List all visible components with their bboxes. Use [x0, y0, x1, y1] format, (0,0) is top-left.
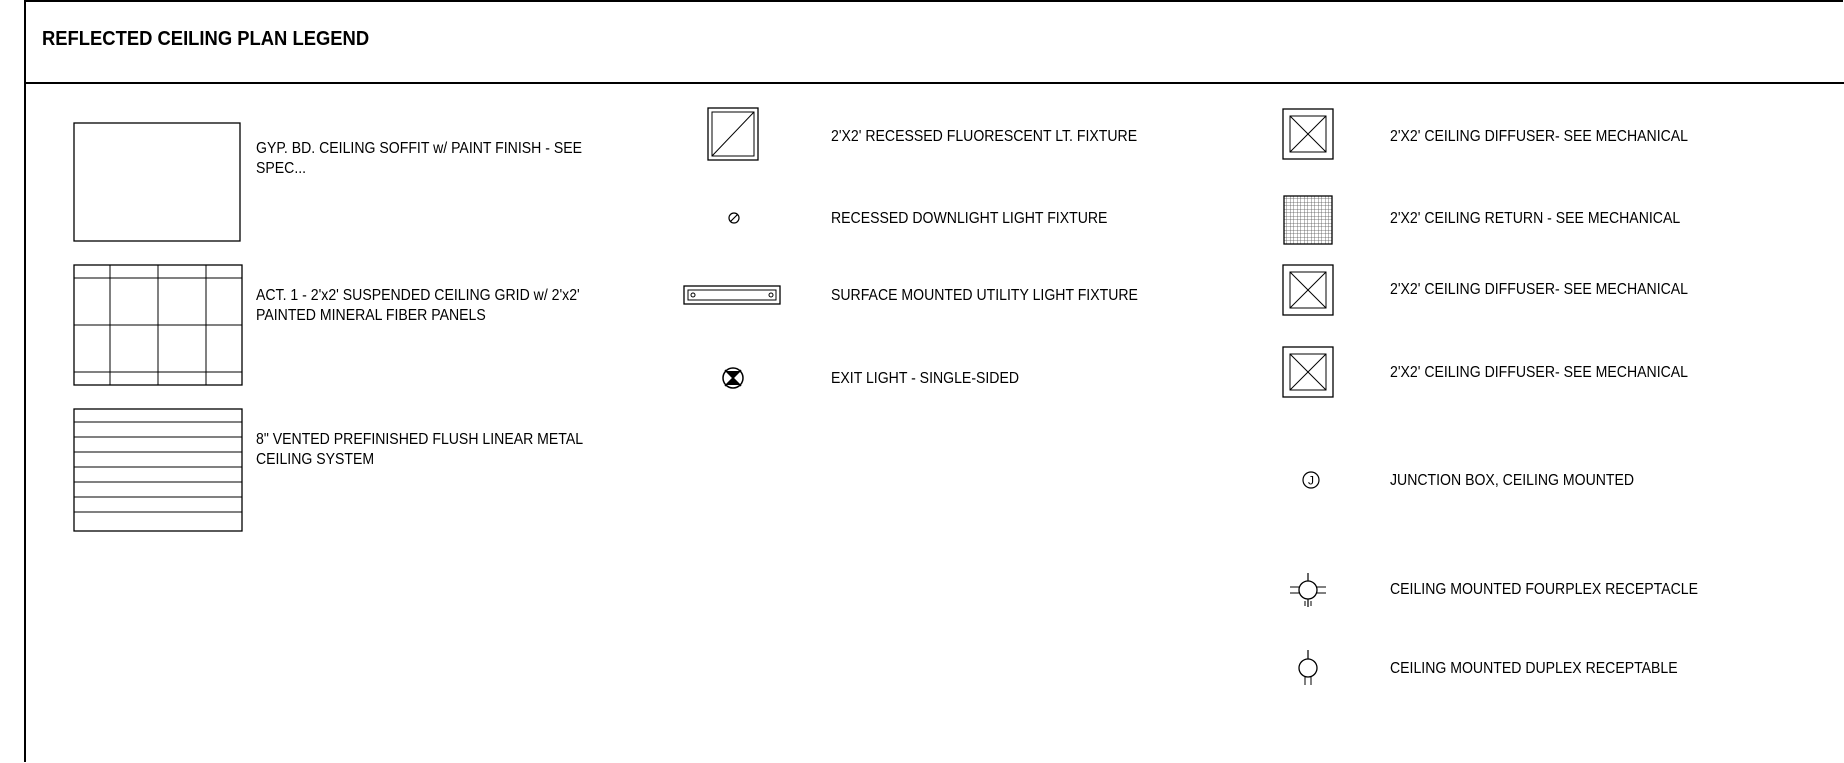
downlight-label: RECESSED DOWNLIGHT LIGHT FIXTURE: [831, 210, 1108, 227]
junction-box-label: JUNCTION BOX, CEILING MOUNTED: [1390, 472, 1635, 489]
downlight-icon: [728, 212, 740, 224]
exit-light-label: EXIT LIGHT - SINGLE-SIDED: [831, 370, 1020, 387]
gyp-soffit-label-1: GYP. BD. CEILING SOFFIT w/ PAINT FINISH …: [256, 140, 582, 157]
act-grid-label-1: ACT. 1 - 2'x2' SUSPENDED CEILING GRID w/…: [256, 287, 580, 304]
junction-box-icon: J: [1302, 471, 1320, 489]
ceiling-diffuser-icon: [1282, 108, 1334, 160]
gyp-soffit-icon: [73, 122, 241, 242]
junction-box-glyph: J: [1308, 474, 1314, 488]
legend-title: REFLECTED CEILING PLAN LEGEND: [42, 28, 370, 50]
utility-light-icon: [683, 285, 781, 305]
ceiling-diffuser-icon: [1282, 346, 1334, 398]
utility-light-label: SURFACE MOUNTED UTILITY LIGHT FIXTURE: [831, 287, 1138, 304]
duplex-receptacle-icon: [1298, 650, 1318, 686]
act-grid-label-2: PAINTED MINERAL FIBER PANELS: [256, 307, 486, 324]
ceiling-diffuser-label-2: 2'X2' CEILING DIFFUSER- SEE MECHANICAL: [1390, 281, 1688, 298]
act-grid-icon: [73, 264, 243, 386]
exit-light-icon: [721, 366, 745, 390]
duplex-receptacle-label: CEILING MOUNTED DUPLEX RECEPTABLE: [1390, 660, 1678, 677]
fourplex-receptacle-label: CEILING MOUNTED FOURPLEX RECEPTACLE: [1390, 581, 1698, 598]
ceiling-diffuser-icon: [1282, 264, 1334, 316]
linear-metal-ceiling-icon: [73, 408, 243, 532]
gyp-soffit-label-2: SPEC...: [256, 160, 307, 177]
recessed-fluorescent-label: 2'X2' RECESSED FLUORESCENT LT. FIXTURE: [831, 128, 1138, 145]
ceiling-return-icon: [1283, 195, 1333, 245]
fourplex-receptacle-icon: [1288, 573, 1328, 607]
linear-metal-label-1: 8" VENTED PREFINISHED FLUSH LINEAR METAL: [256, 431, 584, 448]
ceiling-diffuser-label-3: 2'X2' CEILING DIFFUSER- SEE MECHANICAL: [1390, 364, 1688, 381]
ceiling-diffuser-label-1: 2'X2' CEILING DIFFUSER- SEE MECHANICAL: [1390, 128, 1688, 145]
recessed-fluorescent-icon: [707, 107, 759, 161]
ceiling-return-label: 2'X2' CEILING RETURN - SEE MECHANICAL: [1390, 210, 1681, 227]
linear-metal-label-2: CEILING SYSTEM: [256, 451, 375, 468]
